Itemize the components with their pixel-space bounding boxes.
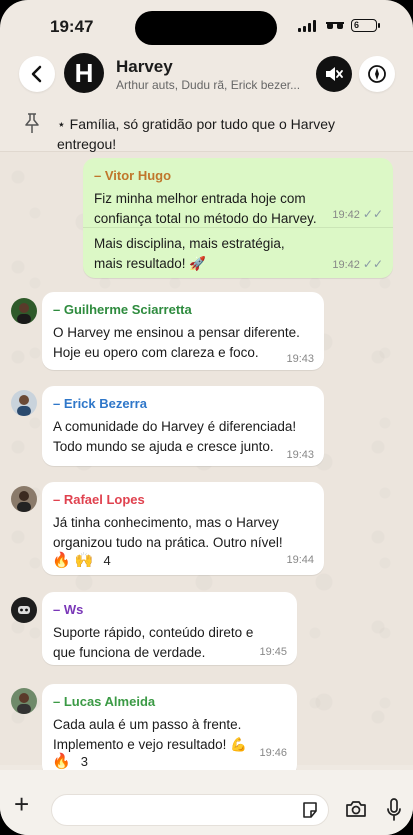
- message-text: Cada aula é um passo à frente. Implement…: [53, 717, 247, 752]
- message-text: A comunidade do Harvey é diferenciada! T…: [53, 419, 297, 454]
- chevron-left-icon: [31, 65, 42, 83]
- message-time: 19:43: [286, 353, 314, 365]
- microphone-icon[interactable]: [386, 798, 402, 822]
- back-button[interactable]: [19, 56, 55, 92]
- plus-icon[interactable]: +: [14, 791, 29, 817]
- message-text: Mais disciplina, mais estratégia, mais r…: [94, 236, 285, 271]
- chat-title[interactable]: Harvey: [116, 57, 173, 77]
- compass-icon: [368, 65, 386, 83]
- message-text: Suporte rápido, conteúdo direto e que fu…: [53, 625, 254, 660]
- message-time: 19:44: [286, 554, 314, 566]
- outgoing-message[interactable]: – Vitor Hugo Fiz minha melhor entrada ho…: [83, 158, 393, 278]
- bubble-divider: [83, 227, 393, 228]
- message-sender: – Ws: [53, 602, 84, 617]
- pinned-text: ⋆ Família, só gratidão por tudo que o Ha…: [57, 116, 336, 152]
- reaction-count: 4: [103, 553, 111, 568]
- battery-icon: 6: [351, 19, 380, 32]
- message-sender: – Rafael Lopes: [53, 492, 145, 507]
- message-time: 19:45: [259, 646, 287, 658]
- incoming-message[interactable]: – Rafael Lopes Já tinha conhecimento, ma…: [42, 482, 324, 575]
- message-sender: – Erick Bezerra: [53, 396, 147, 411]
- message-time: 19:42 ✓✓: [332, 207, 383, 221]
- avatar[interactable]: [11, 597, 37, 623]
- info-button[interactable]: [359, 56, 395, 92]
- pinned-message[interactable]: ⋆ Família, só gratidão por tudo que o Ha…: [0, 104, 413, 152]
- signal-icon: [298, 20, 316, 32]
- reaction-emojis: 🔥: [52, 753, 71, 770]
- message-text: Fiz minha melhor entrada hoje com confia…: [94, 191, 317, 226]
- message-sender: – Guilherme Sciarretta: [53, 302, 192, 317]
- message-time: 19:43: [286, 449, 314, 461]
- pin-icon: [25, 113, 39, 133]
- message-input[interactable]: [51, 794, 329, 826]
- reactions[interactable]: 🔥 3: [52, 752, 88, 772]
- chat-members[interactable]: Arthur auts, Dudu rã, Erick bezer...: [116, 78, 301, 92]
- incoming-message[interactable]: – Lucas Almeida Cada aula é um passo à f…: [42, 684, 297, 777]
- speaker-muted-icon: [326, 67, 343, 81]
- avatar[interactable]: [11, 688, 37, 714]
- message-sender: – Vitor Hugo: [94, 168, 172, 183]
- message-text: O Harvey me ensinou a pensar diferente. …: [53, 325, 300, 360]
- read-ticks-icon: ✓✓: [362, 207, 383, 221]
- avatar[interactable]: [11, 298, 37, 324]
- avatar[interactable]: [11, 390, 37, 416]
- reaction-emojis: 🔥 🙌: [52, 552, 94, 569]
- message-text: Já tinha conhecimento, mas o Harvey orga…: [53, 515, 283, 550]
- message-time: 19:46: [259, 747, 287, 759]
- dynamic-island: [135, 11, 277, 45]
- message-time: 19:42 ✓✓: [332, 257, 383, 271]
- glasses-icon: [326, 22, 344, 29]
- chat-header: H Harvey Arthur auts, Dudu rã, Erick bez…: [0, 48, 413, 100]
- composer-bar: +: [0, 770, 413, 835]
- incoming-message[interactable]: – Erick Bezerra A comunidade do Harvey é…: [42, 386, 324, 466]
- incoming-message[interactable]: – Ws Suporte rápido, conteúdo direto e q…: [42, 592, 297, 665]
- status-time: 19:47: [50, 17, 94, 36]
- group-avatar[interactable]: H: [64, 53, 104, 93]
- chat-screen: 19:47 6 H Harvey Arthur auts, Dudu rã, E…: [0, 0, 413, 835]
- message-sender: – Lucas Almeida: [53, 694, 156, 709]
- sticker-icon[interactable]: [301, 801, 319, 819]
- avatar[interactable]: [11, 486, 37, 512]
- incoming-message[interactable]: – Guilherme Sciarretta O Harvey me ensin…: [42, 292, 324, 370]
- read-ticks-icon: ✓✓: [362, 257, 383, 271]
- mute-button[interactable]: [316, 56, 352, 92]
- reactions[interactable]: 🔥 🙌 4: [52, 551, 111, 571]
- status-bar: 19:47 6: [0, 0, 413, 50]
- camera-icon[interactable]: [345, 800, 367, 818]
- reaction-count: 3: [80, 754, 88, 769]
